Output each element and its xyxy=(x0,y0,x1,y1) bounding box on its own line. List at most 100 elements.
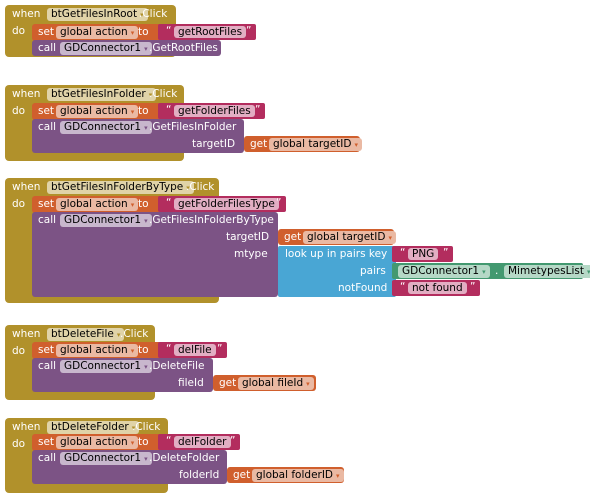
set-label: set xyxy=(38,26,55,38)
pairs-label: pairs xyxy=(360,265,386,277)
text-block[interactable]: “ delFile ” xyxy=(158,342,227,358)
set-variable-block[interactable]: set global action ▾ to xyxy=(32,24,162,41)
when-label: when xyxy=(12,8,41,20)
text-block-key[interactable]: “ PNG ” xyxy=(392,246,453,262)
variable-dropdown[interactable]: global action ▾ xyxy=(56,105,139,118)
component-dropdown[interactable]: btDeleteFolder ▾ xyxy=(47,421,140,434)
variable-name: global action xyxy=(60,105,128,117)
text-block[interactable]: “ getRootFiles ” xyxy=(158,24,256,40)
component-dropdown[interactable]: btGetFilesInFolder ▾ xyxy=(47,88,157,101)
chevron-down-icon: ▾ xyxy=(130,201,135,209)
open-quote: “ xyxy=(166,343,172,355)
to-label: to xyxy=(138,436,149,448)
chevron-down-icon: ▾ xyxy=(130,29,135,37)
call-label: call xyxy=(38,121,57,133)
click-event-label: .Click xyxy=(139,8,168,20)
variable-dropdown[interactable]: global action ▾ xyxy=(56,436,139,449)
component-dropdown[interactable]: GDConnector1 ▾ xyxy=(60,214,152,227)
call-method-block[interactable]: call GDConnector1 ▾ .DeleteFile fileId xyxy=(32,358,213,392)
set-label: set xyxy=(38,198,55,210)
chevron-down-icon: ▾ xyxy=(130,439,135,447)
call-method-block[interactable]: call GDConnector1 ▾ .GetFilesInFolderByTy… xyxy=(32,212,278,297)
lookup-in-pairs-block[interactable]: look up in pairs key pairs notFound xyxy=(278,246,396,297)
when-label: when xyxy=(12,88,41,100)
chevron-down-icon: ▾ xyxy=(482,268,486,276)
get-label: get xyxy=(250,138,268,150)
get-label: get xyxy=(219,377,237,389)
property-name: MimetypesList xyxy=(508,265,584,277)
set-label: set xyxy=(38,436,55,448)
variable-name: global folderID xyxy=(256,469,334,481)
variable-name: global action xyxy=(60,198,128,210)
variable-dropdown[interactable]: global fileId ▾ xyxy=(238,377,314,390)
set-variable-block[interactable]: set global action ▾ to xyxy=(32,103,162,120)
variable-name: global action xyxy=(60,436,128,448)
variable-dropdown[interactable]: global folderID ▾ xyxy=(252,469,344,482)
get-variable-block[interactable]: get global fileId ▾ xyxy=(213,375,316,391)
text-value[interactable]: getRootFiles xyxy=(174,26,247,38)
lookup-label: look up in pairs key xyxy=(285,248,388,260)
text-block[interactable]: “ getFolderFilesType ” xyxy=(158,196,286,212)
text-block[interactable]: “ delFolder ” xyxy=(158,434,240,450)
get-label: get xyxy=(233,469,251,481)
click-event-label: .Click xyxy=(132,421,161,433)
property-dropdown[interactable]: MimetypesList ▾ xyxy=(504,265,590,278)
component-dropdown[interactable]: GDConnector1 ▾ xyxy=(60,121,152,134)
text-value[interactable]: delFile xyxy=(174,344,216,356)
call-method-block[interactable]: call GDConnector1 ▾ .GetFilesInFolder tar… xyxy=(32,119,244,153)
text-block-notfound[interactable]: “ not found ” xyxy=(392,280,480,296)
variable-name: global targetID xyxy=(307,231,386,243)
set-label: set xyxy=(38,344,55,356)
component-dropdown[interactable]: btDeleteFile ▾ xyxy=(47,328,125,341)
call-method-block[interactable]: call GDConnector1 ▾ .GetRootFiles xyxy=(32,40,221,56)
component-name: GDConnector1 xyxy=(64,360,142,372)
to-label: to xyxy=(138,26,149,38)
chevron-down-icon: ▾ xyxy=(306,380,310,388)
component-name: btDeleteFile xyxy=(51,328,114,340)
argument-label: targetID xyxy=(192,138,236,150)
get-variable-block[interactable]: get global targetID ▾ xyxy=(244,136,362,152)
get-variable-block[interactable]: get global targetID ▾ xyxy=(278,229,396,245)
variable-dropdown[interactable]: global targetID ▾ xyxy=(269,138,362,151)
set-variable-block[interactable]: set global action ▾ to xyxy=(32,342,162,359)
text-value[interactable]: getFolderFilesType xyxy=(174,198,279,210)
component-property-block[interactable]: GDConnector1 ▾ . MimetypesList ▾ xyxy=(392,263,590,279)
call-method-block[interactable]: call GDConnector1 ▾ .DeleteFolder folderI… xyxy=(32,450,227,484)
method-name: .GetFilesInFolder xyxy=(149,121,237,133)
component-dropdown[interactable]: btGetFilesInRoot ▾ xyxy=(47,8,148,21)
dot-label: . xyxy=(495,265,499,277)
component-dropdown[interactable]: GDConnector1 ▾ xyxy=(60,360,152,373)
click-event-label: .Click xyxy=(120,328,149,340)
component-dropdown[interactable]: GDConnector1 ▾ xyxy=(398,265,490,278)
variable-dropdown[interactable]: global action ▾ xyxy=(56,26,139,39)
call-label: call xyxy=(38,452,57,464)
component-dropdown[interactable]: GDConnector1 ▾ xyxy=(60,452,152,465)
chevron-down-icon: ▾ xyxy=(354,141,358,149)
component-dropdown[interactable]: GDConnector1 ▾ xyxy=(60,42,152,55)
do-label: do xyxy=(12,198,26,210)
close-quote: ” xyxy=(470,281,476,293)
variable-dropdown[interactable]: global targetID ▾ xyxy=(303,231,396,244)
component-name: GDConnector1 xyxy=(64,452,142,464)
argument-label: mtype xyxy=(234,248,268,260)
set-variable-block[interactable]: set global action ▾ to xyxy=(32,434,162,451)
chevron-down-icon: ▾ xyxy=(144,124,148,132)
text-block[interactable]: “ getFolderFiles ” xyxy=(158,103,265,119)
variable-dropdown[interactable]: global action ▾ xyxy=(56,198,139,211)
component-dropdown[interactable]: btGetFilesInFolderByType ▾ xyxy=(47,181,194,194)
to-label: to xyxy=(138,198,149,210)
text-value[interactable]: getFolderFiles xyxy=(174,105,255,117)
variable-dropdown[interactable]: global action ▾ xyxy=(56,344,139,357)
text-value[interactable]: PNG xyxy=(408,248,439,260)
text-value[interactable]: delFolder xyxy=(174,436,231,448)
chevron-down-icon: ▾ xyxy=(336,472,340,480)
do-label: do xyxy=(12,105,26,117)
get-variable-block[interactable]: get global folderID ▾ xyxy=(227,467,344,483)
call-label: call xyxy=(38,42,57,54)
text-value[interactable]: not found xyxy=(408,282,467,294)
do-label: do xyxy=(12,345,26,357)
variable-name: global targetID xyxy=(273,138,352,150)
argument-label: fileId xyxy=(178,377,204,389)
set-variable-block[interactable]: set global action ▾ to xyxy=(32,196,162,213)
close-quote: ” xyxy=(443,247,449,259)
